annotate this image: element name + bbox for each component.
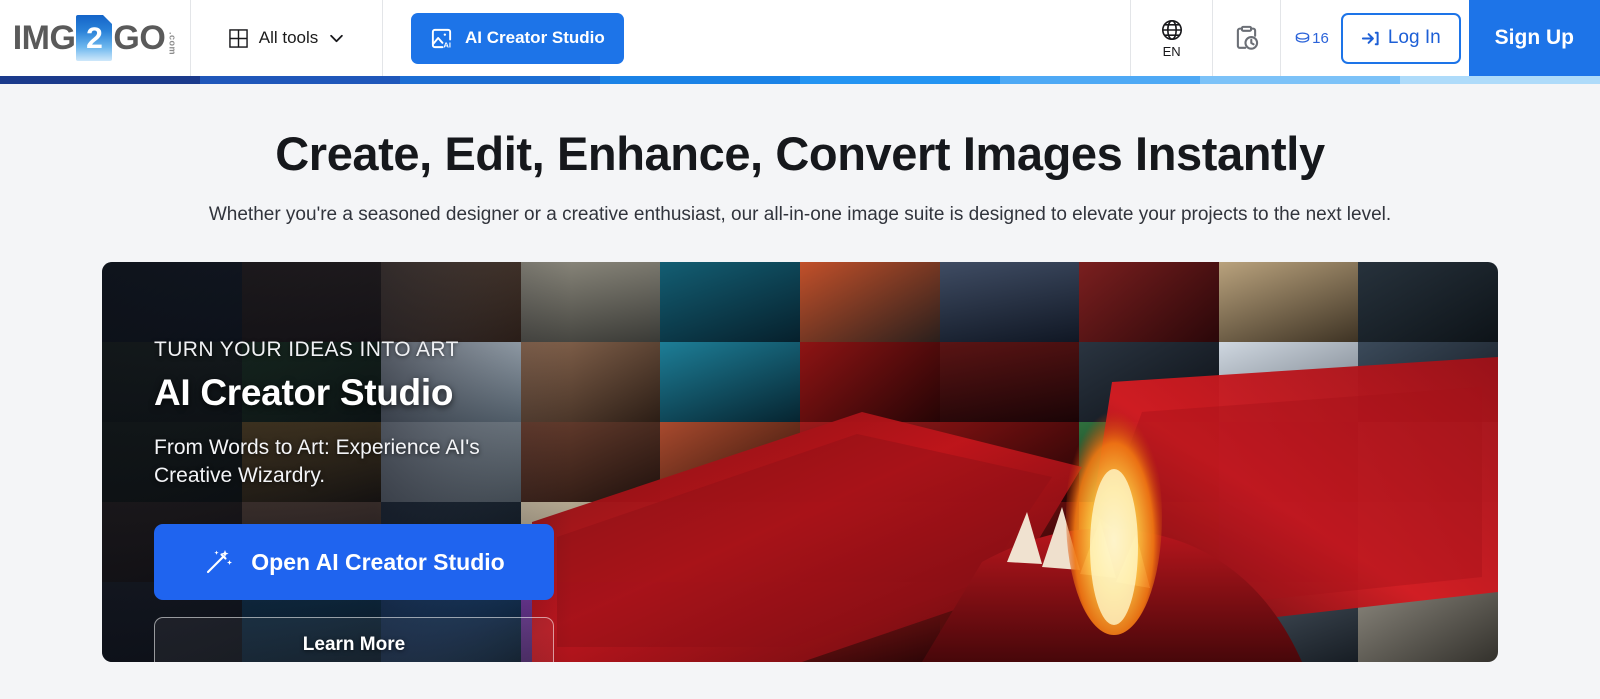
language-code-label: EN — [1162, 43, 1181, 59]
logo-document-icon: 2 — [76, 15, 113, 61]
job-history-button[interactable] — [1212, 0, 1280, 76]
signup-label: Sign Up — [1494, 26, 1574, 49]
logo-text-left: IMG — [12, 19, 76, 57]
login-button[interactable]: Log In — [1340, 12, 1461, 64]
header-center-area: AI AI Creator Studio — [383, 0, 1130, 76]
banner-heading: AI Creator Studio — [154, 372, 454, 414]
clipboard-clock-icon — [1233, 25, 1260, 52]
banner-description: From Words to Art: Experience AI's Creat… — [154, 436, 480, 488]
ai-creator-studio-banner[interactable]: TURN YOUR IDEAS INTO ART AI Creator Stud… — [102, 262, 1498, 663]
gradient-segment — [1000, 76, 1200, 84]
img2go-logo: IMG 2 GO .com — [12, 15, 178, 61]
site-header: IMG 2 GO .com All tools AI AI Creator St… — [0, 0, 1600, 76]
signup-button[interactable]: Sign Up — [1468, 0, 1600, 76]
page-subtitle: Whether you're a seasoned designer or a … — [208, 203, 1392, 225]
gradient-segment — [0, 76, 200, 84]
open-studio-label: Open AI Creator Studio — [251, 548, 505, 575]
header-gradient-strip — [0, 76, 1600, 84]
auth-buttons: Log In Sign Up — [1340, 0, 1600, 76]
credits-count-label: 16 — [1312, 29, 1329, 47]
all-tools-label: All tools — [258, 28, 319, 47]
logo-tld-text: .com — [167, 32, 178, 56]
ai-creator-studio-label: AI Creator Studio — [465, 28, 605, 47]
page-title: Create, Edit, Enhance, Convert Images In… — [275, 127, 1325, 180]
gradient-segment — [200, 76, 400, 84]
banner-content: TURN YOUR IDEAS INTO ART AI Creator Stud… — [154, 338, 574, 663]
login-label: Log In — [1387, 27, 1441, 48]
gradient-segment — [1200, 76, 1400, 84]
ai-creator-studio-button[interactable]: AI AI Creator Studio — [411, 12, 624, 64]
chevron-down-icon — [329, 34, 344, 43]
magic-wand-icon — [203, 547, 233, 577]
grid-icon — [228, 28, 248, 48]
learn-more-button[interactable]: Learn More — [154, 617, 554, 663]
main-content: Create, Edit, Enhance, Convert Images In… — [0, 84, 1600, 699]
globe-icon — [1160, 18, 1184, 42]
all-tools-menu[interactable]: All tools — [191, 0, 383, 76]
credit-coin-icon — [1295, 32, 1310, 44]
logo-badge-number: 2 — [86, 22, 103, 55]
logo-home-link[interactable]: IMG 2 GO .com — [0, 0, 191, 76]
gradient-segment — [800, 76, 1000, 84]
svg-text:AI: AI — [443, 40, 451, 49]
gradient-segment — [600, 76, 800, 84]
language-selector[interactable]: EN — [1130, 0, 1212, 76]
ai-image-icon: AI — [430, 27, 453, 50]
open-ai-creator-studio-button[interactable]: Open AI Creator Studio — [154, 524, 554, 601]
gradient-segment — [400, 76, 600, 84]
learn-more-label: Learn More — [302, 634, 406, 656]
banner-kicker: TURN YOUR IDEAS INTO ART — [154, 338, 459, 362]
gradient-segment — [1400, 76, 1600, 84]
logo-text-right: GO — [113, 19, 166, 57]
credits-indicator[interactable]: 16 — [1280, 0, 1341, 76]
login-arrow-icon — [1361, 29, 1380, 48]
